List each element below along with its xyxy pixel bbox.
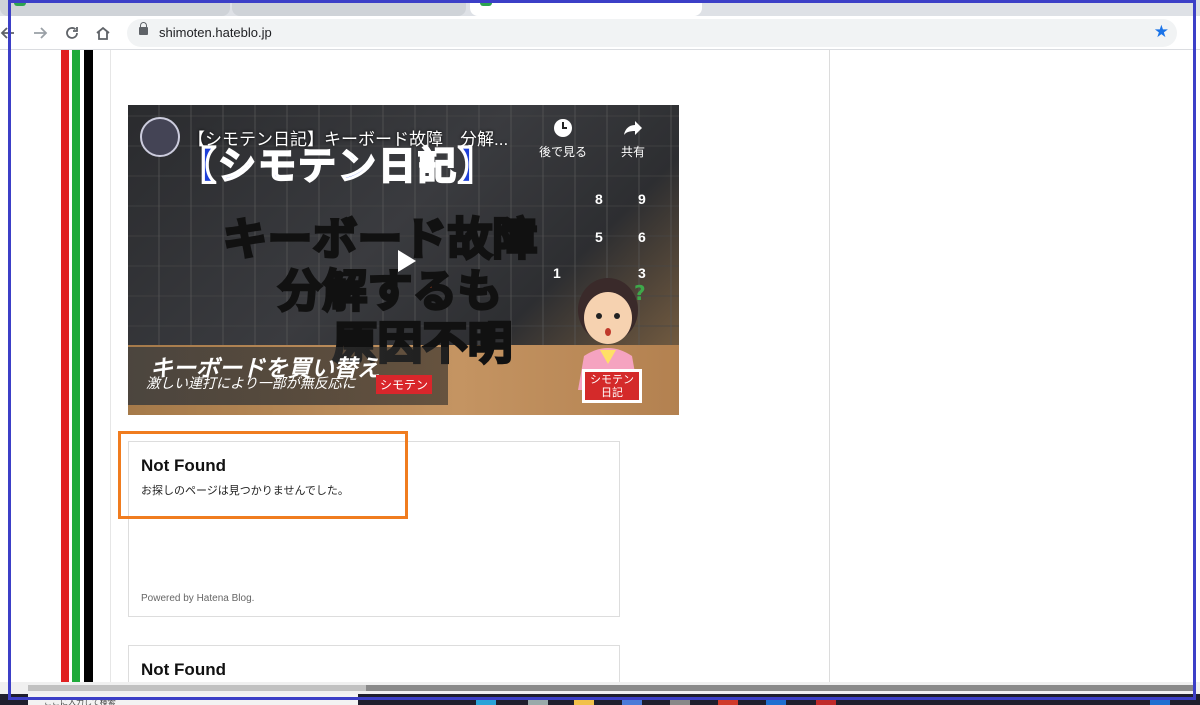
video-key-label: 6 [638, 229, 646, 245]
clock-icon [554, 119, 572, 137]
video-key-label: 5 [595, 229, 603, 245]
banner-tag: シモテン [376, 375, 433, 394]
horizontal-scrollbar[interactable] [0, 682, 1200, 694]
taskbar-app-icon[interactable] [528, 698, 548, 705]
home-icon[interactable] [91, 21, 115, 45]
play-icon[interactable] [386, 242, 424, 280]
tab-inactive-1[interactable] [0, 0, 230, 16]
channel-avatar[interactable] [140, 117, 180, 157]
share-label: 共有 [620, 145, 645, 159]
watch-later-button[interactable]: 後で見る [538, 117, 588, 160]
share-button[interactable]: 共有 [608, 117, 658, 160]
forward-arrow-icon[interactable] [28, 21, 52, 45]
video-key-label: 1 [553, 265, 561, 281]
blog-content: 8 9 5 6 1 3 【シモテン日記】キーボード故障 分解... 後で見る 共… [110, 50, 830, 682]
powered-by-link[interactable]: Powered by Hatena Blog. [141, 593, 254, 604]
taskbar-app-icon[interactable] [718, 698, 738, 705]
taskbar-search-placeholder: ここに入力して検索 [44, 698, 116, 705]
scrollbar-thumb[interactable] [366, 685, 1196, 691]
folder-icon[interactable] [574, 698, 594, 705]
scrollbar-track-light [28, 685, 366, 691]
decor-stripe-green [72, 50, 80, 682]
sign-line-1: シモテン [590, 374, 634, 386]
taskbar-app-icon[interactable] [766, 698, 786, 705]
reload-icon[interactable] [60, 21, 84, 45]
lock-icon [139, 22, 148, 35]
chrome-icon[interactable] [816, 698, 836, 705]
banner-sub-text: 激しい連打により一部が無反応に [146, 375, 356, 391]
taskbar-app-icon[interactable] [1150, 698, 1170, 705]
tab-favicon-icon [480, 0, 492, 6]
not-found-card-2: Not Found [128, 645, 620, 682]
tab-strip [0, 0, 1200, 16]
svg-text:?: ? [634, 281, 646, 305]
tab-active[interactable] [470, 0, 702, 16]
taskbar-app-icon[interactable] [622, 698, 642, 705]
taskbar-search[interactable]: ここに入力して検索 [28, 694, 358, 705]
tab-favicon-icon [14, 0, 26, 6]
decor-stripe-red [61, 50, 69, 682]
decor-stripe-black [84, 50, 93, 682]
browser-toolbar: shimoten.hateblo.jp ★ [0, 16, 1200, 50]
sign-line-2: 日記 [601, 387, 623, 399]
video-key-label: 8 [595, 191, 603, 207]
youtube-embed[interactable]: 8 9 5 6 1 3 【シモテン日記】キーボード故障 分解... 後で見る 共… [128, 105, 679, 415]
address-bar[interactable]: shimoten.hateblo.jp ★ [127, 19, 1177, 47]
taskbar-app-icon[interactable] [476, 698, 496, 705]
highlight-box [118, 431, 408, 519]
diary-sign: シモテン 日記 [582, 369, 642, 403]
star-icon[interactable]: ★ [1154, 22, 1169, 42]
video-key-label: 9 [638, 191, 646, 207]
thumbnail-heading: 【シモテン日記】 [177, 145, 499, 189]
url-text: shimoten.hateblo.jp [159, 25, 272, 40]
taskbar-app-icon[interactable] [670, 698, 690, 705]
tab-inactive-2[interactable] [232, 0, 466, 16]
share-arrow-icon [624, 121, 642, 135]
card-title: Not Found [141, 660, 226, 679]
watch-later-label: 後で見る [538, 145, 587, 159]
taskbar: ここに入力して検索 [0, 694, 1200, 705]
back-arrow-icon[interactable] [0, 21, 20, 45]
